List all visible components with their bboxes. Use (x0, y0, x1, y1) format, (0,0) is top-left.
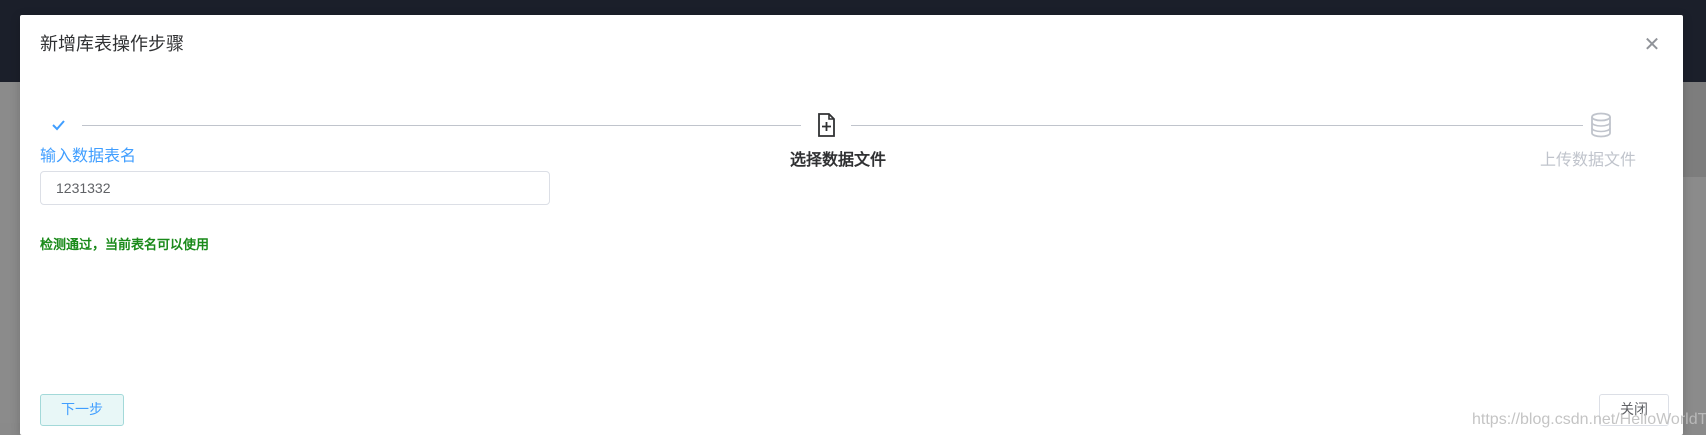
step-connector-2 (851, 125, 1583, 126)
check-icon (52, 120, 65, 131)
watermark-text: https://blog.csdn.net/HelloWorldTom (1472, 411, 1706, 428)
dialog-title: 新增库表操作步骤 (40, 34, 184, 55)
file-plus-icon (818, 113, 835, 137)
close-icon[interactable]: ✕ (1641, 33, 1663, 55)
step-label: 上传数据文件 (1540, 150, 1637, 169)
database-icon (1591, 112, 1611, 138)
background-panel-edge (1683, 82, 1706, 177)
add-table-dialog: 新增库表操作步骤 ✕ 输入数据表名 选择数据文件 上传数据文件 1231332 … (20, 15, 1706, 435)
steps-progress: 输入数据表名 选择数据文件 上传数据文件 (40, 93, 1663, 169)
next-step-button[interactable]: 下一步 (40, 394, 124, 426)
step-label: 选择数据文件 (790, 150, 887, 169)
step-label: 输入数据表名 (40, 146, 137, 165)
step-connector-1 (82, 125, 801, 126)
check-success-message: 检测通过，当前表名可以使用 (40, 238, 210, 253)
table-name-input[interactable] (40, 171, 550, 205)
